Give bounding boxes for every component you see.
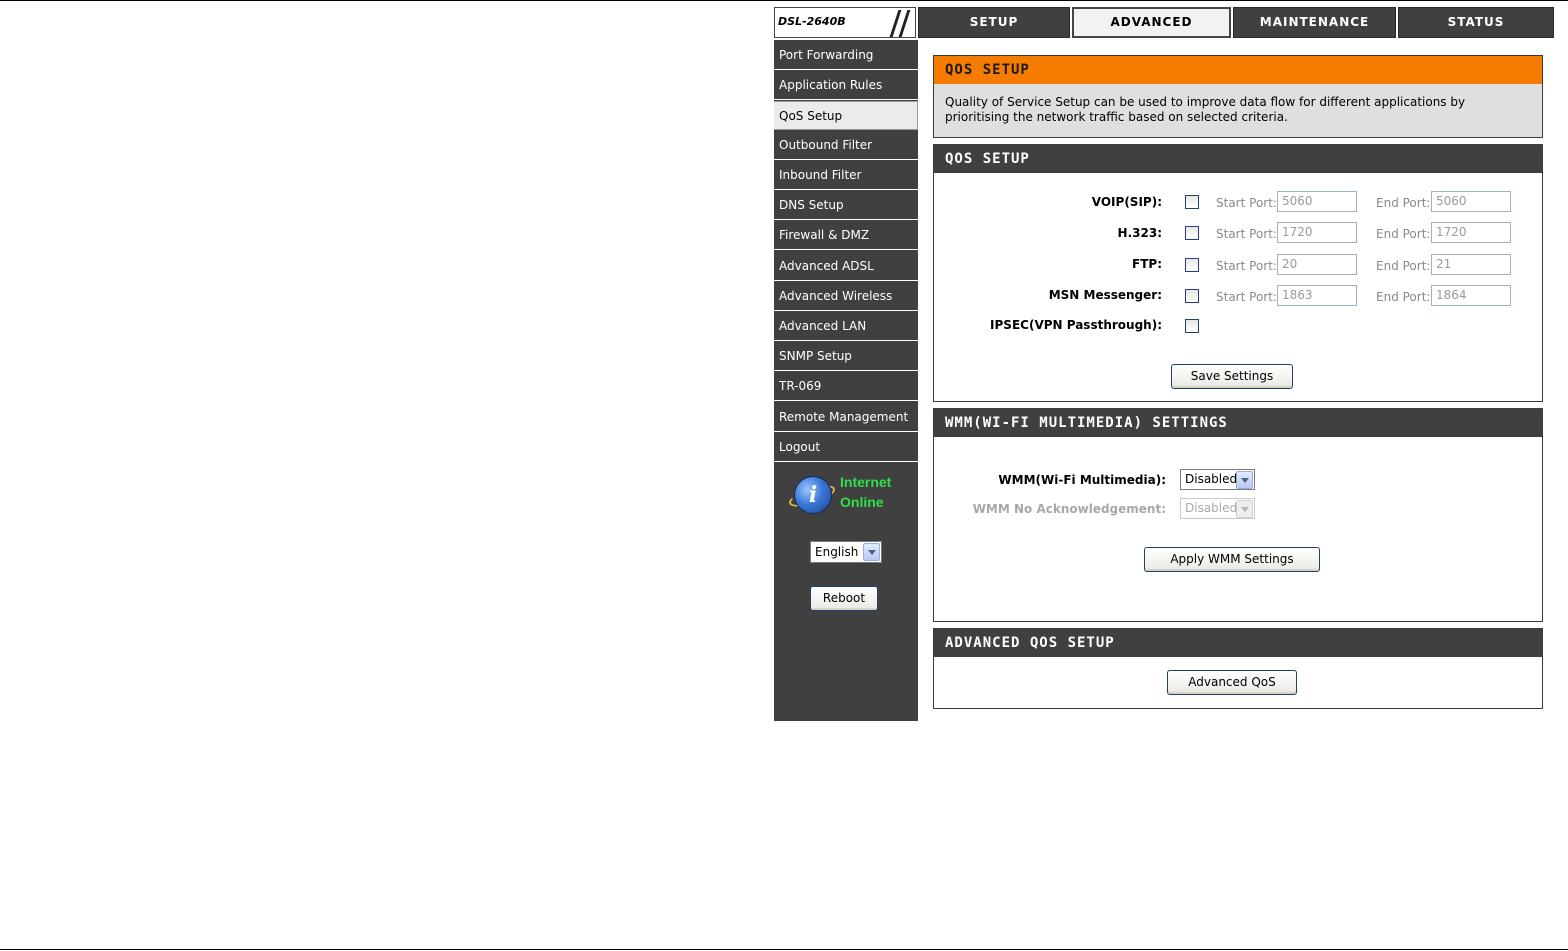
h323-end-port-label: End Port: xyxy=(1376,227,1431,241)
language-select[interactable]: English xyxy=(810,541,882,563)
tab-status[interactable]: STATUS xyxy=(1398,7,1554,38)
tab-advanced[interactable]: ADVANCED xyxy=(1072,7,1231,38)
qos-setup-title: QOS SETUP xyxy=(934,145,1542,173)
h323-checkbox[interactable] xyxy=(1185,226,1199,240)
top-navigation: DSL-2640B SETUP ADVANCED MAINTENANCE STA… xyxy=(774,7,1554,38)
qos-info-panel: QOS SETUP Quality of Service Setup can b… xyxy=(933,55,1543,138)
tab-setup[interactable]: SETUP xyxy=(918,7,1070,38)
wmm-no-ack-select[interactable]: Disabled xyxy=(1180,498,1255,519)
advanced-qos-button[interactable]: Advanced QoS xyxy=(1167,670,1297,695)
sidebar-item-tr-069[interactable]: TR-069 xyxy=(774,372,918,401)
msn-messenger-checkbox[interactable] xyxy=(1185,289,1199,303)
sidebar-item-logout[interactable]: Logout xyxy=(774,433,918,462)
wmm-label: WMM(Wi-Fi Multimedia): xyxy=(998,473,1166,487)
msn-messenger-label: MSN Messenger: xyxy=(1048,288,1162,302)
wmm-select-value: Disabled xyxy=(1185,472,1238,486)
chevron-down-icon[interactable] xyxy=(863,543,880,561)
sidebar-item-port-forwarding[interactable]: Port Forwarding xyxy=(774,41,918,70)
qos-setup-panel: QOS SETUP VOIP(SIP): Start Port: 5060 En… xyxy=(933,144,1543,402)
sidebar-item-advanced-wireless[interactable]: Advanced Wireless xyxy=(774,282,918,311)
wmm-select[interactable]: Disabled xyxy=(1180,469,1255,490)
model-logo: DSL-2640B xyxy=(774,7,916,38)
tab-maintenance[interactable]: MAINTENANCE xyxy=(1233,7,1396,38)
sidebar-item-advanced-lan[interactable]: Advanced LAN xyxy=(774,312,918,341)
voip-start-port-input[interactable]: 5060 xyxy=(1277,191,1357,212)
ftp-label: FTP: xyxy=(1132,257,1162,271)
voip-label: VOIP(SIP): xyxy=(1091,195,1162,209)
ftp-start-port-label: Start Port: xyxy=(1216,259,1277,273)
logo-slash-icon xyxy=(898,10,911,37)
page-bottom-rule xyxy=(0,949,1568,950)
chevron-down-icon xyxy=(1236,500,1253,518)
sidebar-item-dns-setup[interactable]: DNS Setup xyxy=(774,191,918,220)
internet-status-text: Internet Online xyxy=(840,472,891,512)
ftp-end-port-input[interactable]: 21 xyxy=(1431,254,1511,275)
reboot-button[interactable]: Reboot xyxy=(810,586,878,611)
ipsec-checkbox[interactable] xyxy=(1185,319,1199,333)
msn-start-port-label: Start Port: xyxy=(1216,290,1277,304)
ipsec-label: IPSEC(VPN Passthrough): xyxy=(990,318,1162,332)
voip-end-port-label: End Port: xyxy=(1376,196,1431,210)
voip-end-port-input[interactable]: 5060 xyxy=(1431,191,1511,212)
h323-end-port-input[interactable]: 1720 xyxy=(1431,222,1511,243)
msn-end-port-input[interactable]: 1864 xyxy=(1431,285,1511,306)
internet-status: Internet Online xyxy=(786,472,912,516)
wmm-settings-panel: WMM(WI-FI MULTIMEDIA) SETTINGS WMM(Wi-Fi… xyxy=(933,408,1543,622)
advanced-qos-title: ADVANCED QOS SETUP xyxy=(934,629,1542,657)
sidebar-item-firewall-dmz[interactable]: Firewall & DMZ xyxy=(774,221,918,250)
h323-label: H.323: xyxy=(1117,226,1162,240)
page-top-rule xyxy=(0,0,1568,1)
h323-start-port-input[interactable]: 1720 xyxy=(1277,222,1357,243)
ftp-start-port-input[interactable]: 20 xyxy=(1277,254,1357,275)
chevron-down-icon[interactable] xyxy=(1236,471,1253,489)
apply-wmm-settings-button[interactable]: Apply WMM Settings xyxy=(1144,547,1320,572)
wmm-no-ack-value: Disabled xyxy=(1185,501,1238,515)
sidebar-item-snmp-setup[interactable]: SNMP Setup xyxy=(774,342,918,371)
sidebar-item-qos-setup[interactable]: QoS Setup xyxy=(774,101,918,130)
voip-checkbox[interactable] xyxy=(1185,195,1199,209)
msn-start-port-input[interactable]: 1863 xyxy=(1277,285,1357,306)
model-name: DSL-2640B xyxy=(778,15,846,28)
status-line-internet: Internet xyxy=(840,474,892,490)
sidebar-item-remote-management[interactable]: Remote Management xyxy=(774,403,918,432)
ftp-checkbox[interactable] xyxy=(1185,258,1199,272)
ftp-end-port-label: End Port: xyxy=(1376,259,1431,273)
wmm-no-ack-label: WMM No Acknowledgement: xyxy=(972,502,1166,516)
qos-info-description: Quality of Service Setup can be used to … xyxy=(945,95,1466,124)
sidebar-item-advanced-adsl[interactable]: Advanced ADSL xyxy=(774,252,918,281)
status-line-online: Online xyxy=(840,494,884,510)
wmm-settings-title: WMM(WI-FI MULTIMEDIA) SETTINGS xyxy=(934,409,1542,437)
info-globe-icon xyxy=(794,476,832,514)
sidebar-item-inbound-filter[interactable]: Inbound Filter xyxy=(774,161,918,190)
advanced-qos-panel: ADVANCED QOS SETUP Advanced QoS xyxy=(933,628,1543,709)
qos-info-title: QOS SETUP xyxy=(934,56,1542,84)
sidebar-item-outbound-filter[interactable]: Outbound Filter xyxy=(774,131,918,160)
sidebar-item-application-rules[interactable]: Application Rules xyxy=(774,71,918,100)
language-value: English xyxy=(815,545,859,559)
msn-end-port-label: End Port: xyxy=(1376,290,1431,304)
save-settings-button[interactable]: Save Settings xyxy=(1171,364,1293,389)
sidebar: Port Forwarding Application Rules QoS Se… xyxy=(774,40,918,721)
voip-start-port-label: Start Port: xyxy=(1216,196,1277,210)
h323-start-port-label: Start Port: xyxy=(1216,227,1277,241)
